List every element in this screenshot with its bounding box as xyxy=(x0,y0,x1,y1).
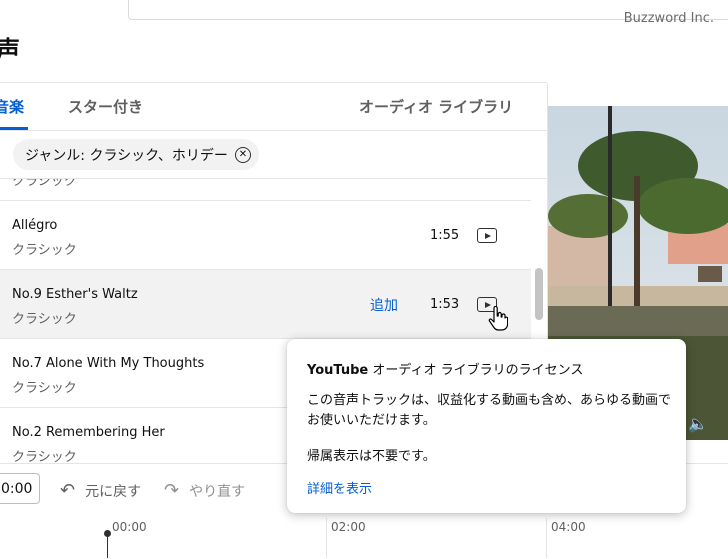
track-genre: クラシック xyxy=(12,179,77,189)
tab-audio-library[interactable]: オーディオ ライブラリ xyxy=(359,96,513,117)
add-button[interactable]: 追加 xyxy=(370,295,398,315)
track-row[interactable]: クラシック xyxy=(0,179,531,201)
filter-chip-label: ジャンル: クラシック、ホリデー xyxy=(25,147,228,164)
tab-music[interactable]: 音楽 xyxy=(0,96,24,117)
track-title: No.9 Esther's Waltz xyxy=(12,287,138,302)
undo-icon: ↶ xyxy=(60,480,76,501)
timeline-tick: 00:00 xyxy=(112,520,147,534)
timeline-tick: 02:00 xyxy=(331,520,366,534)
divider xyxy=(0,130,547,131)
track-genre: クラシック xyxy=(12,243,77,258)
hand-cursor-icon xyxy=(488,306,508,331)
redo-button[interactable]: ↷ やり直す xyxy=(164,480,245,501)
track-genre: クラシック xyxy=(12,312,77,327)
track-duration: 1:53 xyxy=(430,297,460,312)
tooltip-title-brand: YouTube xyxy=(307,363,369,378)
track-title: No.2 Remembering Her xyxy=(12,425,165,440)
track-title: No.7 Alone With My Thoughts xyxy=(12,356,205,371)
timeline-gridline xyxy=(326,518,327,558)
timeline-gridline xyxy=(546,518,547,558)
divider xyxy=(0,82,547,83)
volume-icon[interactable]: 🔈 xyxy=(688,414,708,433)
close-icon[interactable]: ✕ xyxy=(234,146,251,163)
track-row[interactable]: Allégro クラシック 1:55 xyxy=(0,201,531,270)
watermark: Buzzword Inc. xyxy=(623,11,714,26)
details-link[interactable]: 詳細を表示 xyxy=(307,478,372,497)
redo-icon: ↷ xyxy=(164,480,180,501)
track-duration: 1:55 xyxy=(430,228,460,243)
filter-chip[interactable]: ジャンル: クラシック、ホリデー ✕ xyxy=(13,139,259,170)
undo-label: 元に戻す xyxy=(85,483,142,500)
tooltip-body: この音声トラックは、収益化する動画も含め、あらゆる動画でお使いいただけます。 xyxy=(307,393,672,428)
tooltip-attribution: 帰属表示は不要です。 xyxy=(307,449,436,464)
time-input[interactable]: 0:00 xyxy=(0,473,40,504)
tooltip-title: YouTube オーディオ ライブラリのライセンス xyxy=(307,359,583,378)
track-row[interactable]: No.9 Esther's Waltz クラシック 追加 1:53 xyxy=(0,270,531,339)
timeline-tick: 04:00 xyxy=(551,520,586,534)
track-genre: クラシック xyxy=(12,381,77,396)
license-tooltip: YouTube オーディオ ライブラリのライセンス この音声トラックは、収益化す… xyxy=(287,339,686,513)
track-title: Allégro xyxy=(12,218,58,233)
undo-button[interactable]: ↶ 元に戻す xyxy=(60,480,141,501)
play-icon[interactable] xyxy=(477,228,497,243)
tab-starred[interactable]: スター付き xyxy=(68,96,143,117)
tooltip-title-rest: オーディオ ライブラリのライセンス xyxy=(368,363,584,378)
redo-label: やり直す xyxy=(189,483,246,500)
track-genre: クラシック xyxy=(12,450,77,463)
playhead xyxy=(107,534,108,558)
scrollbar[interactable] xyxy=(535,268,543,320)
page-title: 声 xyxy=(0,36,20,64)
